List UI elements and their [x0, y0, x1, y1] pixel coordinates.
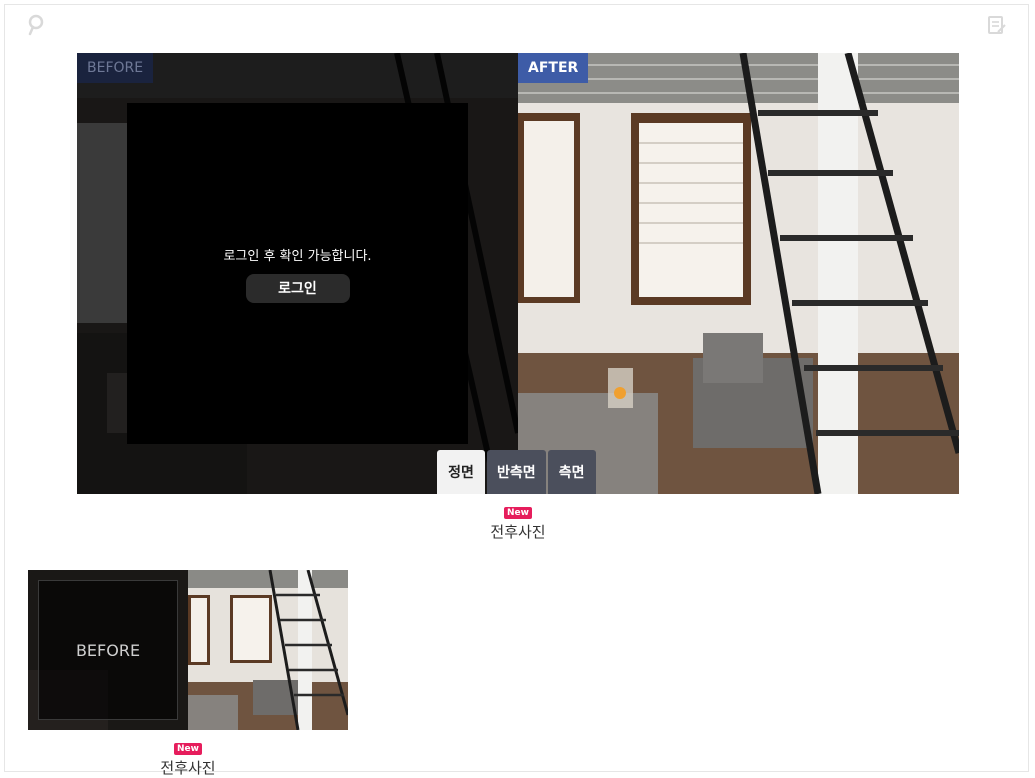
new-badge: New [174, 743, 202, 755]
thumbnail-before-label: BEFORE [38, 580, 178, 720]
thumbnail-before: BEFORE [28, 570, 188, 730]
caption-title[interactable]: 전후사진 [468, 521, 568, 542]
before-image: BEFORE 로그인 후 확인 가능합니다. 로그인 [77, 53, 518, 494]
login-button[interactable]: 로그인 [245, 273, 350, 303]
memo-icon[interactable] [987, 14, 1007, 36]
tab-half-side[interactable]: 반측면 [487, 450, 546, 494]
login-message: 로그인 후 확인 가능합니다. [223, 248, 372, 264]
search-icon[interactable] [27, 14, 47, 36]
thumbnail-caption: New 전후사진 [138, 736, 238, 778]
angle-tabs: 정면 반측면 측면 [437, 450, 596, 494]
before-after-viewer: BEFORE 로그인 후 확인 가능합니다. 로그인 AFTER 정면 반측면 … [77, 53, 959, 494]
caption-title[interactable]: 전후사진 [138, 757, 238, 778]
main-caption: New 전후사진 [468, 500, 568, 542]
login-overlay: 로그인 후 확인 가능합니다. 로그인 [127, 103, 468, 444]
thumbnail-after-photo [188, 570, 348, 730]
after-photo [518, 53, 959, 494]
after-image: AFTER [518, 53, 959, 494]
thumbnail-after [188, 570, 348, 730]
after-label: AFTER [518, 53, 589, 83]
tab-side[interactable]: 측면 [547, 450, 596, 494]
before-label: BEFORE [77, 53, 154, 83]
tab-front[interactable]: 정면 [437, 450, 485, 494]
thumbnail-card[interactable]: BEFORE [28, 570, 348, 730]
new-badge: New [504, 507, 532, 519]
